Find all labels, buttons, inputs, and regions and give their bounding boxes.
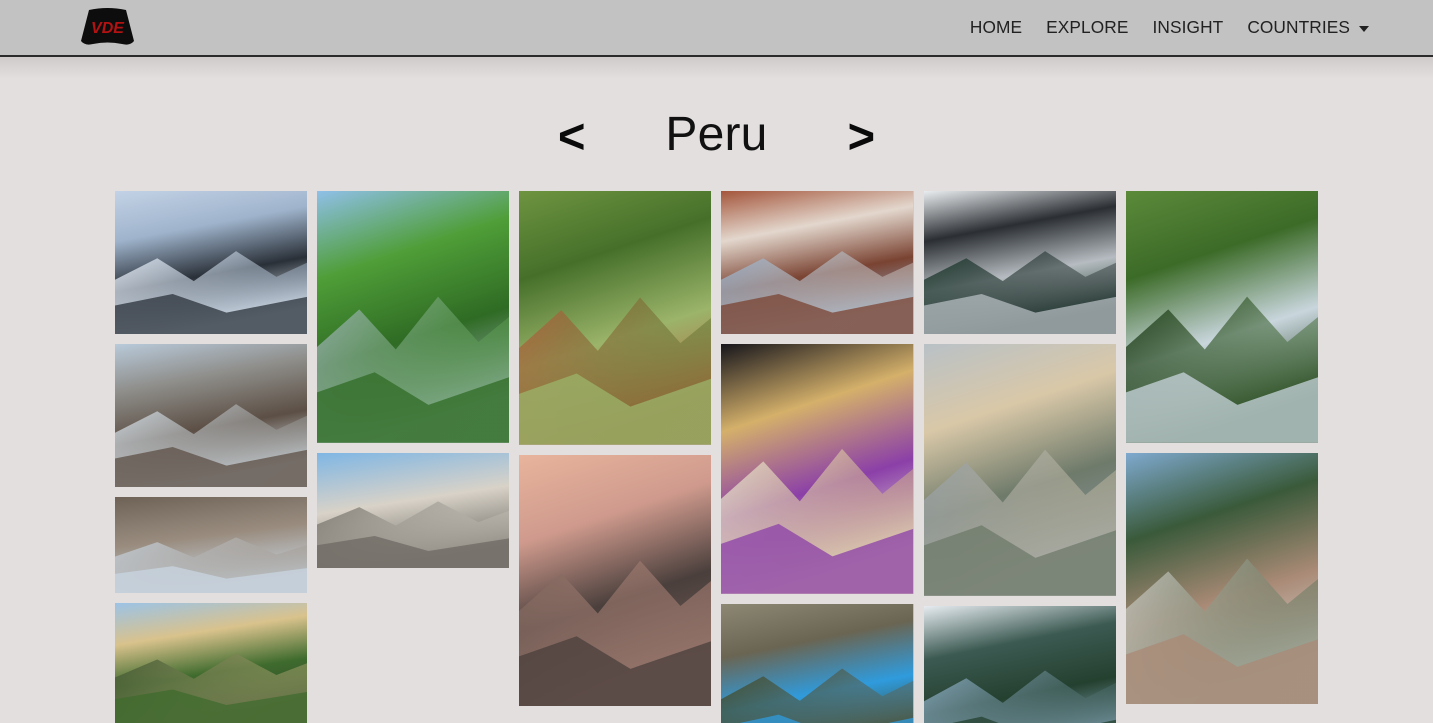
nav-label-explore: EXPLORE [1046, 17, 1129, 37]
gallery-photo[interactable] [317, 452, 510, 568]
nav-label-home: HOME [969, 17, 1023, 37]
header-gradient-strip [0, 57, 1433, 79]
nav-item-insight: INSIGHT [1137, 9, 1232, 46]
nav-item-countries: COUNTRIES [1231, 9, 1377, 46]
photo-gallery [115, 191, 1318, 723]
gallery-photo[interactable] [923, 605, 1116, 723]
nav-link-insight[interactable]: INSIGHT [1145, 9, 1232, 46]
country-title-bar: < Peru > [0, 79, 1433, 191]
photo-image [115, 603, 308, 723]
gallery-photo[interactable] [115, 603, 308, 723]
photo-thumbnail [923, 605, 1116, 723]
next-country-button[interactable]: > [848, 110, 875, 159]
gallery-photo[interactable] [317, 191, 510, 443]
photo-thumbnail [1125, 191, 1318, 443]
photo-image [1125, 452, 1318, 705]
gallery-photo[interactable] [115, 191, 308, 335]
nav-menu: HOME EXPLORE INSIGHT COUNTRIES [954, 9, 1377, 46]
page-root: VDE HOME EXPLORE INSIGHT COUNTRIES < Per… [0, 0, 1433, 723]
photo-image [317, 452, 510, 568]
photo-thumbnail [923, 191, 1116, 335]
photo-thumbnail [519, 454, 712, 707]
gallery-photo[interactable] [721, 191, 914, 335]
nav-link-explore[interactable]: EXPLORE [1038, 9, 1136, 46]
photo-image [519, 454, 712, 707]
photo-thumbnail [317, 452, 510, 568]
gallery-photo[interactable] [519, 191, 712, 445]
nav-link-home[interactable]: HOME [962, 9, 1030, 46]
gallery-photo[interactable] [923, 191, 1116, 335]
photo-thumbnail [1125, 452, 1318, 705]
vde-logo[interactable]: VDE [78, 7, 137, 49]
photo-image [923, 344, 1116, 596]
photo-image [1125, 191, 1318, 443]
photo-thumbnail [317, 191, 510, 443]
photo-thumbnail [115, 603, 308, 723]
photo-thumbnail [721, 344, 914, 594]
vde-logo-icon: VDE [81, 7, 134, 45]
photo-image [721, 191, 914, 335]
nav-label-insight: INSIGHT [1152, 17, 1224, 37]
previous-country-button[interactable]: < [558, 110, 585, 159]
photo-thumbnail [519, 191, 712, 445]
gallery-photo[interactable] [115, 344, 308, 488]
photo-image [115, 344, 308, 488]
vde-logo-text: VDE [91, 20, 125, 37]
gallery-photo[interactable] [721, 344, 914, 594]
gallery-photo[interactable] [1125, 191, 1318, 443]
photo-thumbnail [721, 603, 914, 723]
nav-label-countries: COUNTRIES [1247, 17, 1350, 37]
photo-thumbnail [115, 191, 308, 335]
photo-thumbnail [721, 191, 914, 335]
gallery-photo[interactable] [721, 603, 914, 723]
photo-image [721, 344, 914, 594]
nav-item-explore: EXPLORE [1030, 9, 1136, 46]
photo-image [721, 603, 914, 723]
photo-thumbnail [115, 344, 308, 488]
nav-link-countries[interactable]: COUNTRIES [1239, 9, 1377, 46]
gallery-photo[interactable] [1125, 452, 1318, 705]
nav-item-home: HOME [954, 9, 1030, 46]
photo-image [923, 191, 1116, 335]
photo-image [115, 497, 308, 594]
top-navbar: VDE HOME EXPLORE INSIGHT COUNTRIES [0, 0, 1433, 57]
gallery-container [0, 191, 1433, 723]
photo-thumbnail [923, 344, 1116, 596]
photo-image [519, 191, 712, 445]
photo-image [317, 191, 510, 443]
photo-image [115, 191, 308, 335]
page-title: Peru [665, 108, 768, 161]
photo-thumbnail [115, 497, 308, 594]
gallery-photo[interactable] [923, 344, 1116, 596]
gallery-photo[interactable] [115, 497, 308, 594]
gallery-photo[interactable] [519, 454, 712, 707]
photo-image [923, 605, 1116, 723]
chevron-down-icon [1359, 25, 1369, 32]
